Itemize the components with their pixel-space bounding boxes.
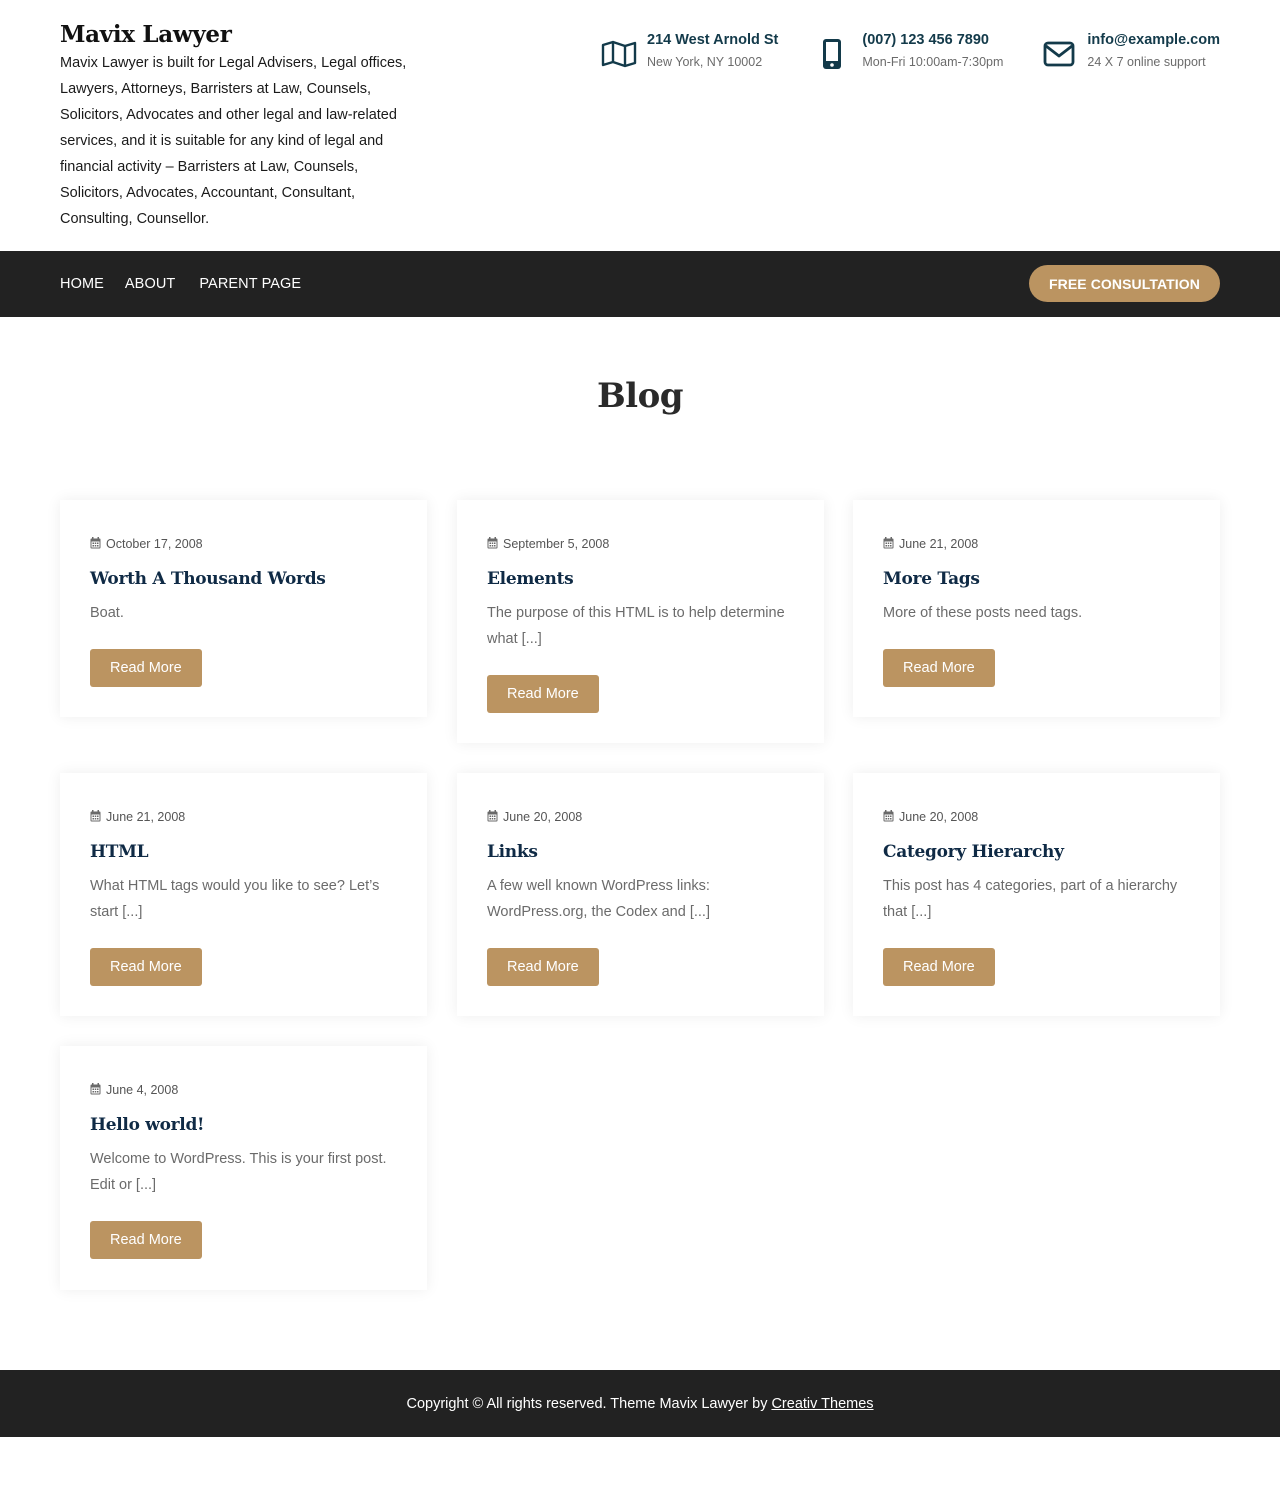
email-support: 24 X 7 online support (1087, 55, 1206, 69)
calendar-icon (90, 809, 101, 825)
post-title[interactable]: Hello world! (90, 1114, 397, 1136)
contact-address: 214 West Arnold St New York, NY 10002 (601, 30, 778, 74)
envelope-icon (1041, 36, 1077, 72)
post-excerpt: This post has 4 categories, part of a hi… (883, 878, 1178, 920)
post-card: June 21, 2008 More Tags More of these po… (853, 500, 1220, 717)
email-address[interactable]: info@example.com (1087, 30, 1220, 50)
main-navigation: HOME ABOUT PARENT PAGE FREE CONSULTATION (0, 251, 1280, 317)
read-more-button[interactable]: Read More (883, 649, 995, 687)
post-date: June 20, 2008 (883, 809, 1190, 825)
post-card: September 5, 2008 Elements The purpose o… (457, 500, 824, 743)
calendar-icon (883, 809, 894, 825)
address-line: 214 West Arnold St (647, 32, 779, 48)
nav-item-home[interactable]: HOME (60, 276, 104, 292)
calendar-icon (90, 1082, 101, 1098)
post-card: June 20, 2008 Category Hierarchy This po… (853, 773, 1220, 1016)
read-more-button[interactable]: Read More (90, 948, 202, 986)
read-more-button[interactable]: Read More (90, 649, 202, 687)
mobile-phone-icon (822, 36, 842, 72)
phone-number[interactable]: (007) 123 456 7890 (862, 30, 1003, 50)
address-city: New York, NY 10002 (647, 55, 763, 69)
nav-menu: HOME ABOUT PARENT PAGE (60, 251, 322, 317)
post-excerpt: More of these posts need tags. (883, 605, 1083, 621)
post-date: June 21, 2008 (883, 536, 1190, 552)
phone-hours: Mon-Fri 10:00am-7:30pm (862, 55, 1004, 69)
post-excerpt: The purpose of this HTML is to help dete… (487, 605, 785, 647)
post-title[interactable]: Elements (487, 568, 794, 590)
post-excerpt: What HTML tags would you like to see? Le… (90, 878, 380, 920)
post-title[interactable]: Worth A Thousand Words (90, 568, 397, 590)
post-date: October 17, 2008 (90, 536, 397, 552)
theme-author-link[interactable]: Creativ Themes (771, 1396, 873, 1412)
site-title[interactable]: Mavix Lawyer (60, 20, 420, 50)
free-consultation-button[interactable]: FREE CONSULTATION (1028, 265, 1220, 302)
contact-email: info@example.com 24 X 7 online support (1041, 30, 1220, 74)
post-excerpt: A few well known WordPress links: WordPr… (487, 878, 710, 920)
post-card: October 17, 2008 Worth A Thousand Words … (60, 500, 427, 717)
post-date-text: June 21, 2008 (899, 537, 979, 551)
calendar-icon (90, 536, 101, 552)
post-card: June 21, 2008 HTML What HTML tags would … (60, 773, 427, 1016)
page-title: Blog (596, 376, 684, 416)
post-card: June 4, 2008 Hello world! Welcome to Wor… (60, 1046, 427, 1290)
post-date: September 5, 2008 (487, 536, 794, 552)
calendar-icon (883, 536, 894, 552)
post-date: June 21, 2008 (90, 809, 397, 825)
nav-item-about[interactable]: ABOUT (125, 276, 175, 292)
header-contacts: 214 West Arnold St New York, NY 10002 (0… (601, 30, 1220, 74)
post-title[interactable]: Links (487, 841, 794, 863)
read-more-button[interactable]: Read More (90, 1221, 202, 1259)
nav-item-parent-page[interactable]: PARENT PAGE (199, 276, 301, 292)
map-icon (601, 36, 637, 72)
read-more-button[interactable]: Read More (883, 948, 995, 986)
site-header: Mavix Lawyer Mavix Lawyer is built for L… (0, 0, 1280, 251)
site-description: Mavix Lawyer is built for Legal Advisers… (60, 55, 407, 227)
post-card: June 20, 2008 Links A few well known Wor… (457, 773, 824, 1016)
read-more-button[interactable]: Read More (487, 675, 599, 713)
copyright-text: Copyright © All rights reserved. Theme M… (406, 1395, 768, 1412)
post-title[interactable]: HTML (90, 841, 397, 863)
post-title[interactable]: Category Hierarchy (883, 841, 1190, 863)
site-footer: Copyright © All rights reserved. Theme M… (0, 1370, 1280, 1437)
calendar-icon (487, 536, 498, 552)
branding: Mavix Lawyer Mavix Lawyer is built for L… (60, 20, 420, 232)
post-date-text: October 17, 2008 (106, 537, 203, 551)
post-date-text: June 4, 2008 (106, 1083, 179, 1097)
calendar-icon (487, 809, 498, 825)
post-date-text: June 21, 2008 (106, 810, 186, 824)
post-date: June 4, 2008 (90, 1082, 397, 1098)
post-date-text: June 20, 2008 (899, 810, 979, 824)
post-excerpt: Welcome to WordPress. This is your first… (90, 1151, 387, 1193)
post-date-text: September 5, 2008 (503, 537, 610, 551)
read-more-button[interactable]: Read More (487, 948, 599, 986)
contact-phone: (007) 123 456 7890 Mon-Fri 10:00am-7:30p… (822, 30, 1003, 74)
post-title[interactable]: More Tags (883, 568, 1190, 590)
post-date-text: June 20, 2008 (503, 810, 583, 824)
post-excerpt: Boat. (90, 605, 124, 621)
post-date: June 20, 2008 (487, 809, 794, 825)
